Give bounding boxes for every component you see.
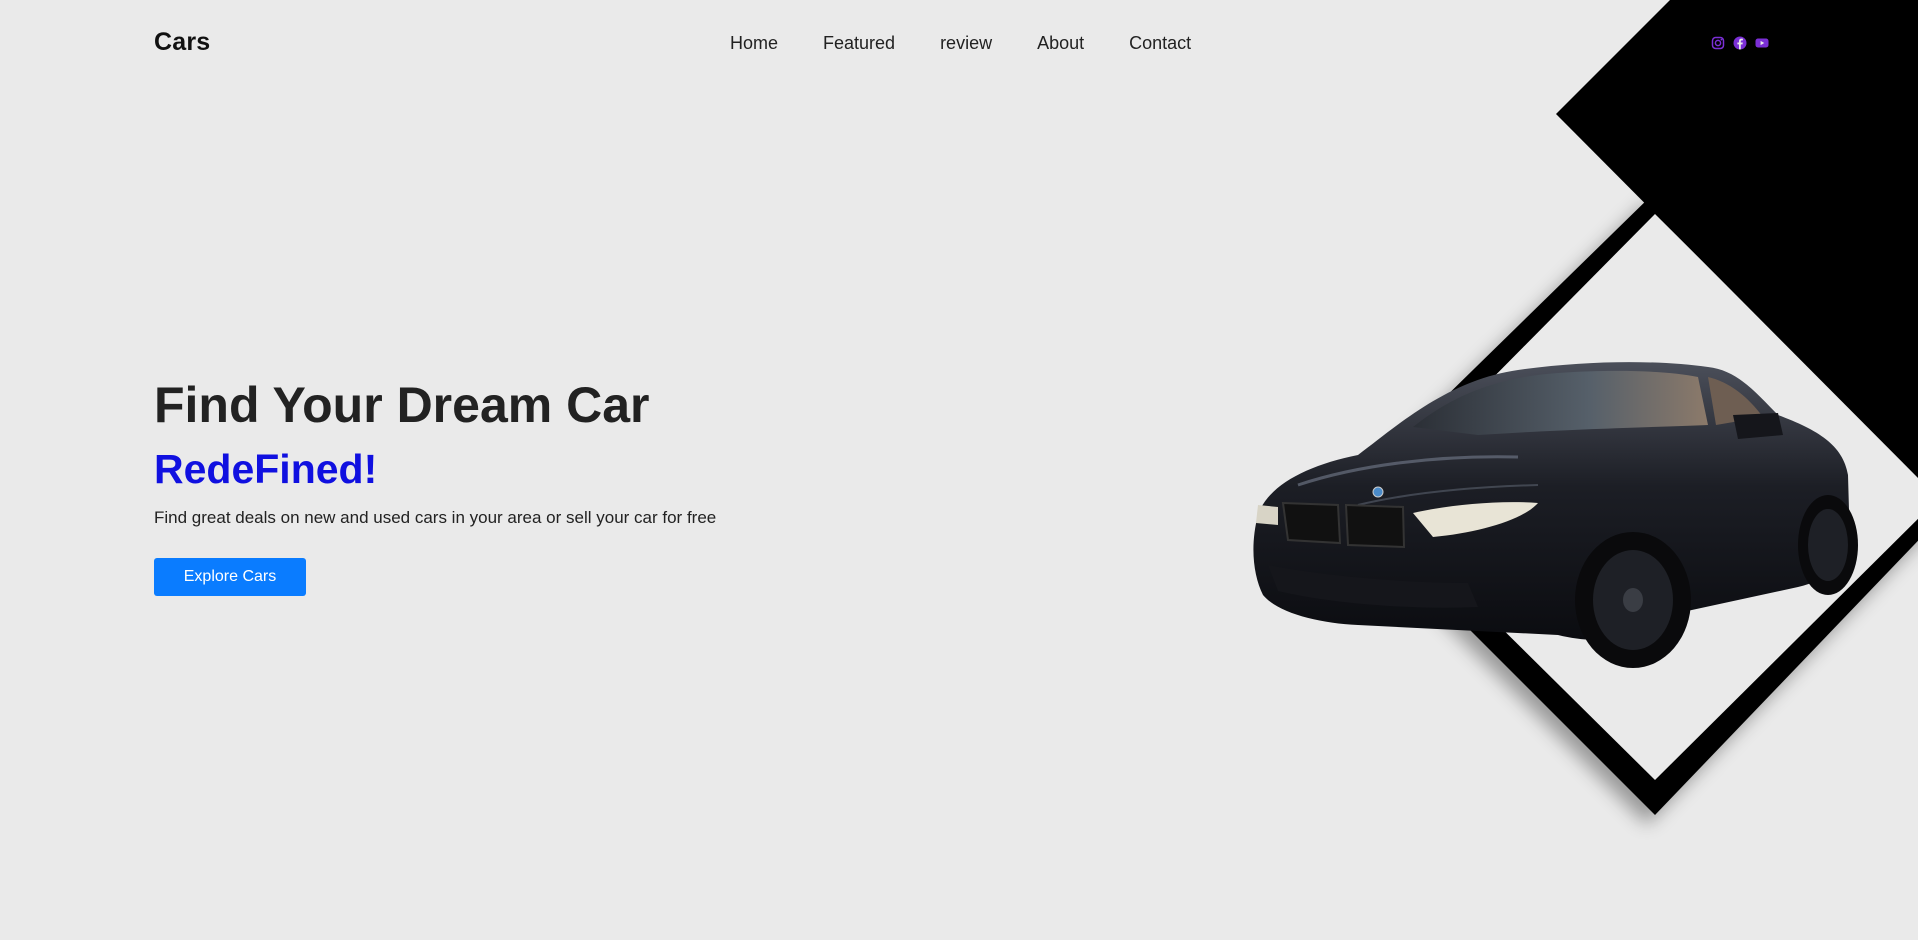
nav-link-review[interactable]: review — [940, 32, 992, 54]
car-image — [1253, 362, 1858, 668]
hero-section: Find Your Dream Car RedeFined! Find grea… — [154, 373, 716, 596]
youtube-icon[interactable] — [1755, 36, 1769, 50]
nav-link-featured[interactable]: Featured — [823, 32, 895, 54]
nav-link-about[interactable]: About — [1037, 32, 1084, 54]
facebook-icon[interactable] — [1733, 36, 1747, 50]
explore-cars-button[interactable]: Explore Cars — [154, 558, 306, 596]
site-logo[interactable]: Cars — [154, 28, 210, 57]
hero-subtitle: RedeFined! — [154, 446, 378, 492]
instagram-icon[interactable] — [1711, 36, 1725, 50]
nav-link-contact[interactable]: Contact — [1129, 32, 1191, 54]
main-nav: Home Featured review About Contact — [730, 32, 1191, 54]
nav-link-home[interactable]: Home — [730, 32, 778, 54]
hero-description: Find great deals on new and used cars in… — [154, 508, 717, 527]
site-header: Cars Home Featured review About Contact — [0, 0, 1918, 86]
social-links — [1711, 36, 1769, 50]
hero-title: Find Your Dream Car — [154, 377, 650, 433]
